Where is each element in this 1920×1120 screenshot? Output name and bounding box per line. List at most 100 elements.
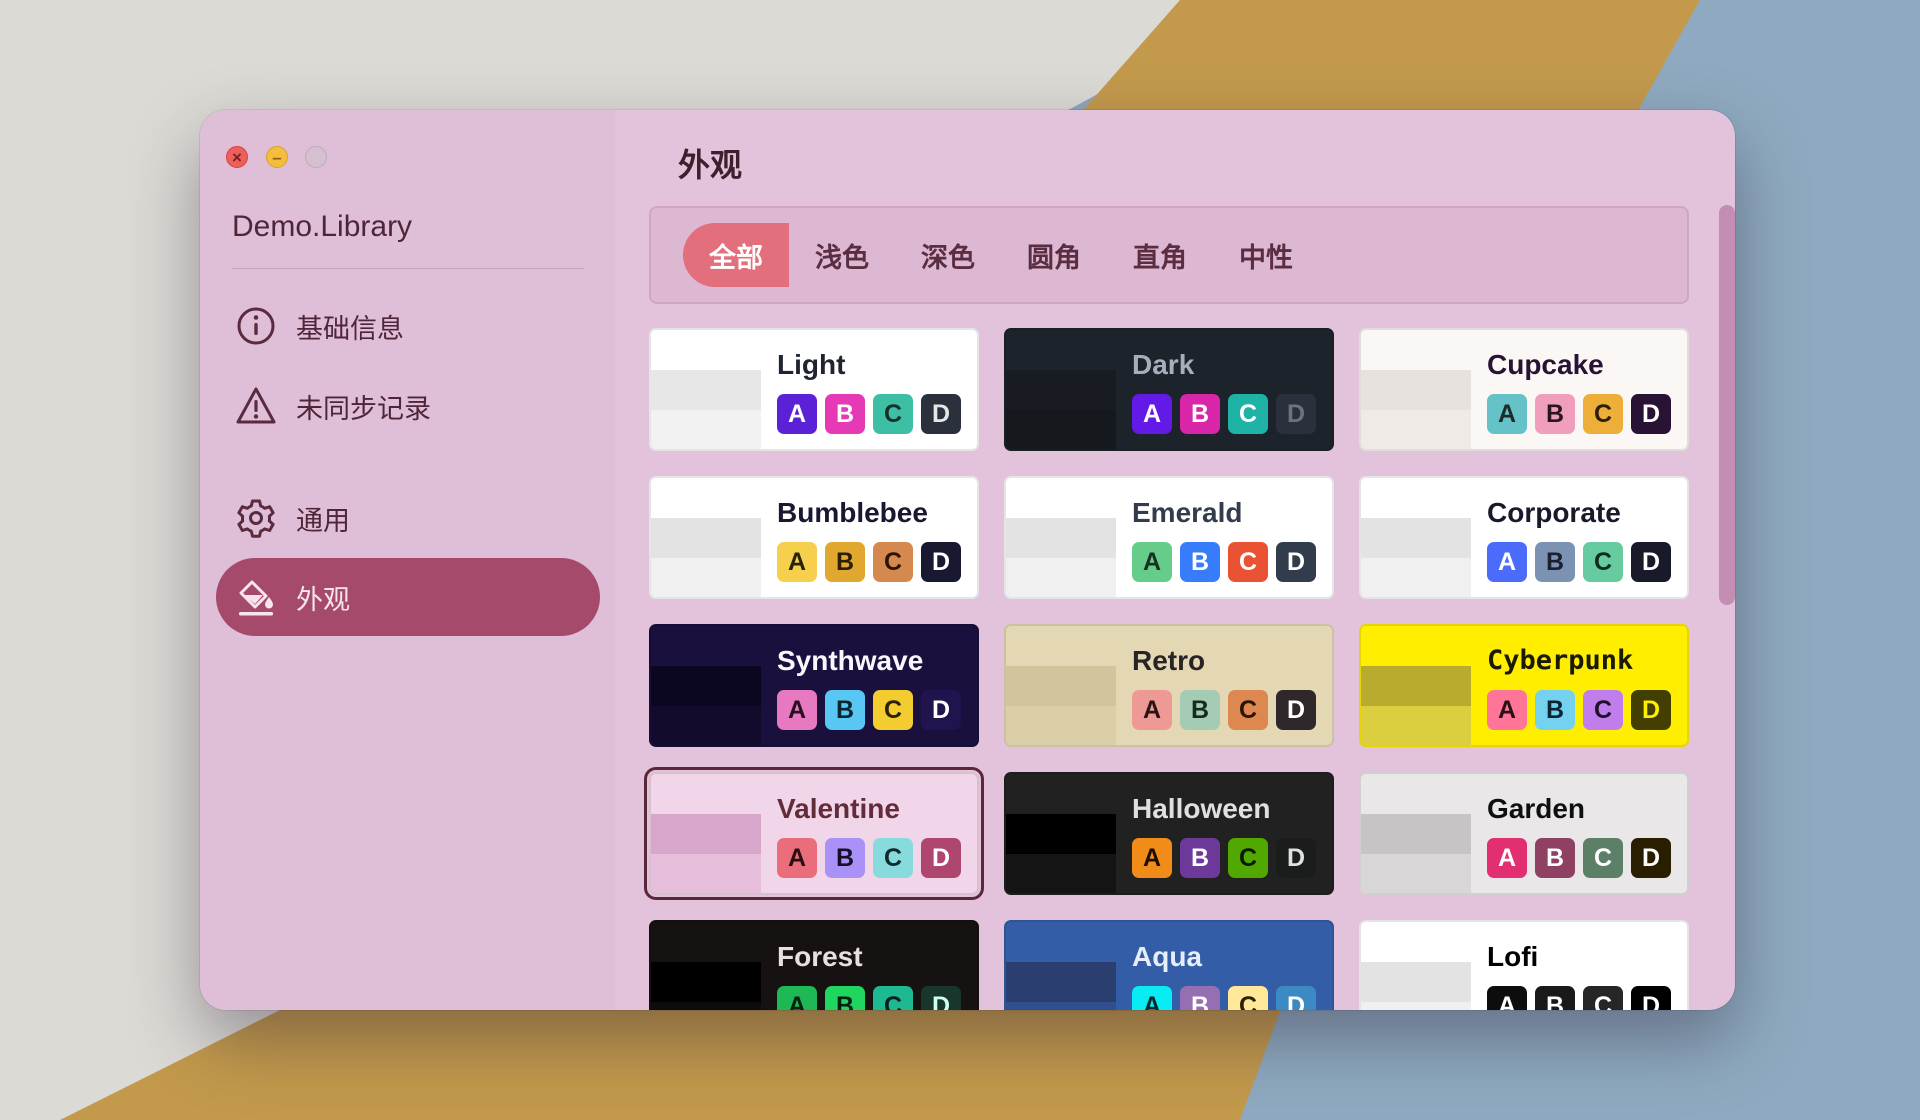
theme-card-aqua[interactable]: Aqua A B C D: [1004, 920, 1334, 1010]
theme-preview-strip: [1361, 774, 1471, 814]
theme-card-bumblebee[interactable]: Bumblebee A B C D: [649, 476, 979, 599]
theme-swatch-a: A: [1132, 542, 1172, 582]
theme-swatch-c: C: [873, 542, 913, 582]
theme-swatch-a: A: [1487, 394, 1527, 434]
sidebar-item-label: 未同步记录: [296, 393, 431, 424]
filter-tab-rounded[interactable]: 圆角: [1001, 223, 1107, 287]
theme-swatch-d: D: [921, 986, 961, 1010]
sidebar-item-appearance[interactable]: 外观: [216, 558, 600, 636]
filter-tab-square[interactable]: 直角: [1107, 223, 1213, 287]
window-close-button[interactable]: ×: [226, 146, 248, 168]
sidebar-item-label: 基础信息: [296, 313, 404, 344]
sidebar-item-general[interactable]: 通用: [216, 479, 600, 557]
theme-preview-strip: [651, 854, 761, 893]
theme-card-light[interactable]: Light A B C D: [649, 328, 979, 451]
theme-card-cupcake[interactable]: Cupcake A B C D: [1359, 328, 1689, 451]
theme-preview-strip: [1006, 370, 1116, 410]
theme-swatches: ABCD: [1487, 838, 1671, 878]
theme-swatches: ABCD: [777, 690, 961, 730]
theme-preview-strip: [1006, 626, 1116, 666]
theme-preview-strip: [651, 626, 761, 666]
theme-swatch-b: B: [1180, 394, 1220, 434]
app-window: × – Demo.Library 基础信息 未同步记录 通用 外观 外观 全部 …: [200, 110, 1735, 1010]
theme-preview-strip: [1006, 814, 1116, 854]
theme-swatch-c: C: [873, 838, 913, 878]
theme-preview-strip: [651, 410, 761, 449]
theme-swatch-b: B: [1180, 838, 1220, 878]
theme-name: Lofi: [1487, 941, 1539, 972]
app-title: Demo.Library: [232, 210, 413, 243]
page-title: 外观: [678, 147, 743, 183]
theme-swatches: ABCD: [1132, 690, 1316, 730]
theme-card-garden[interactable]: Garden A B C D: [1359, 772, 1689, 895]
theme-swatch-d: D: [1276, 542, 1316, 582]
filter-tab-light[interactable]: 浅色: [789, 223, 895, 287]
theme-card-cyberpunk[interactable]: Cyberpunk A B C D: [1359, 624, 1689, 747]
filter-tab-neutral[interactable]: 中性: [1213, 223, 1319, 287]
theme-card-forest[interactable]: Forest A B C D: [649, 920, 979, 1010]
theme-filter-bar: 全部 浅色 深色 圆角 直角 中性: [649, 206, 1689, 304]
theme-swatch-a: A: [1132, 394, 1172, 434]
theme-preview-strip: [651, 478, 761, 518]
filter-tab-all[interactable]: 全部: [683, 223, 789, 287]
sidebar: × – Demo.Library 基础信息 未同步记录 通用 外观: [200, 110, 615, 1010]
theme-swatch-d: D: [1631, 838, 1671, 878]
theme-swatch-b: B: [825, 394, 865, 434]
theme-swatch-b: B: [825, 542, 865, 582]
theme-card-emerald[interactable]: Emerald A B C D: [1004, 476, 1334, 599]
theme-swatch-c: C: [1228, 838, 1268, 878]
theme-swatch-c: C: [1583, 690, 1623, 730]
theme-preview-strip: [651, 706, 761, 745]
theme-name: Dark: [1132, 349, 1195, 380]
theme-swatches: ABCD: [777, 542, 961, 582]
theme-swatches: ABCD: [777, 838, 961, 878]
theme-swatch-d: D: [1631, 542, 1671, 582]
theme-swatches: ABCD: [1487, 690, 1671, 730]
theme-swatch-c: C: [1228, 986, 1268, 1010]
theme-preview-strip: [1006, 962, 1116, 1002]
filter-tab-dark[interactable]: 深色: [895, 223, 1001, 287]
theme-swatch-b: B: [825, 986, 865, 1010]
theme-swatches: ABCD: [1487, 986, 1671, 1010]
window-zoom-button[interactable]: [305, 146, 327, 168]
theme-preview-strip: [1006, 1002, 1116, 1010]
theme-name: Valentine: [777, 793, 900, 824]
theme-swatch-a: A: [777, 394, 817, 434]
theme-card-valentine[interactable]: Valentine A B C D: [644, 767, 984, 900]
theme-preview-strip: [1361, 814, 1471, 854]
theme-preview-strip: [651, 666, 761, 706]
theme-name: Synthwave: [777, 645, 924, 676]
sidebar-item-basic-info[interactable]: 基础信息: [216, 287, 600, 365]
theme-name: Garden: [1487, 793, 1586, 824]
theme-swatches: ABCD: [1132, 986, 1316, 1010]
scrollbar-thumb[interactable]: [1719, 205, 1735, 605]
sidebar-item-unsynced-records[interactable]: 未同步记录: [216, 367, 600, 445]
theme-card-lofi[interactable]: Lofi A B C D: [1359, 920, 1689, 1010]
theme-preview-strip: [651, 962, 761, 1002]
theme-swatch-a: A: [777, 542, 817, 582]
theme-swatch-d: D: [1276, 394, 1316, 434]
theme-name: Forest: [777, 941, 863, 972]
theme-card-synthwave[interactable]: Synthwave A B C D: [649, 624, 979, 747]
theme-card-dark[interactable]: Dark A B C D: [1004, 328, 1334, 451]
info-circle-icon: [234, 304, 278, 348]
theme-card-retro[interactable]: Retro A B C D: [1004, 624, 1334, 747]
theme-preview-strip: [651, 558, 761, 597]
theme-swatch-c: C: [1583, 394, 1623, 434]
theme-card-halloween[interactable]: Halloween A B C D: [1004, 772, 1334, 895]
theme-preview-strip: [1361, 922, 1471, 962]
theme-swatches: ABCD: [1487, 542, 1671, 582]
window-minimize-button[interactable]: –: [266, 146, 288, 168]
theme-name: Cupcake: [1487, 349, 1604, 380]
theme-preview-strip: [651, 814, 761, 854]
theme-swatch-c: C: [873, 690, 913, 730]
theme-name: Halloween: [1132, 793, 1271, 824]
theme-swatch-c: C: [1228, 690, 1268, 730]
theme-name: Retro: [1132, 645, 1206, 676]
sidebar-divider: [232, 268, 584, 269]
theme-preview-strip: [1006, 706, 1116, 745]
theme-card-corporate[interactable]: Corporate A B C D: [1359, 476, 1689, 599]
theme-preview-strip: [1361, 854, 1471, 893]
theme-swatch-a: A: [1487, 542, 1527, 582]
theme-swatches: ABCD: [1132, 542, 1316, 582]
